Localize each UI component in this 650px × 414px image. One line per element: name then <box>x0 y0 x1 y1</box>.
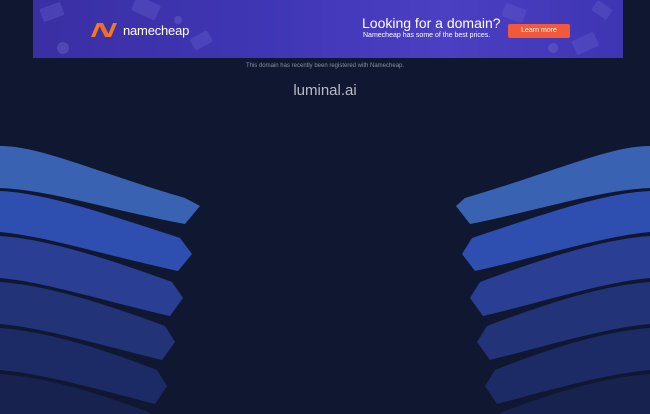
registration-notice: This domain has recently been registered… <box>245 63 405 69</box>
banner-headline: Looking for a domain? <box>362 15 501 31</box>
logo-text: namecheap <box>123 22 190 38</box>
domain-title: luminal.ai <box>293 82 357 99</box>
wave-decoration <box>0 146 650 414</box>
namecheap-n-icon <box>91 23 117 37</box>
parked-domain-page: namecheap Looking for a domain? Namechea… <box>0 0 650 414</box>
banner-subtext: Namecheap has some of the best prices. <box>363 32 491 39</box>
namecheap-logo[interactable]: namecheap <box>90 21 189 39</box>
namecheap-ad-banner[interactable]: namecheap Looking for a domain? Namechea… <box>33 0 623 58</box>
learn-more-button[interactable]: Learn more <box>508 24 570 38</box>
